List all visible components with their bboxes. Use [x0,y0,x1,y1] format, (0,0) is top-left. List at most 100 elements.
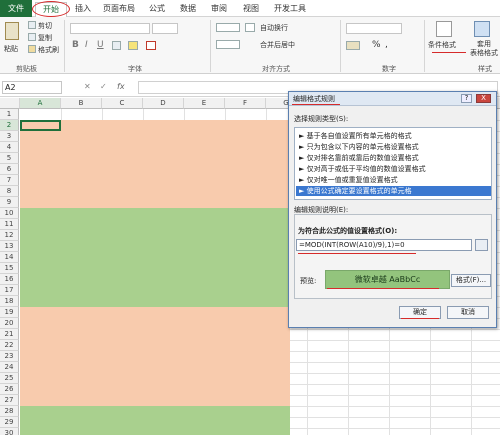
rule-type-item[interactable]: ► 仅对排名靠前或靠后的数值设置格式 [296,153,491,163]
format-as-table-button[interactable]: 套用 表格格式 [470,40,498,58]
paste-button[interactable]: 粘贴 [4,44,18,54]
grid-line [290,406,500,407]
row-header[interactable]: 27 [0,395,19,406]
italic-button[interactable]: I [85,40,88,50]
row-header[interactable]: 20 [0,318,19,329]
rule-type-item[interactable]: ► 基于各自值设置所有单元格的格式 [296,131,491,141]
row-header[interactable]: 1 [0,109,19,120]
merge-center-button[interactable]: 合并后居中 [260,40,295,50]
font-group-label: 字体 [128,65,142,73]
conditional-formatting-button[interactable]: 条件格式 [428,40,456,50]
row-header[interactable]: 13 [0,241,19,252]
tab-page-layout[interactable]: 页面布局 [100,2,138,16]
format-painter-button[interactable]: 格式刷 [38,45,59,55]
row-header[interactable]: 9 [0,197,19,208]
tab-formulas[interactable]: 公式 [146,2,168,16]
copy-button[interactable]: 复制 [38,33,52,43]
row-header[interactable]: 16 [0,274,19,285]
close-button[interactable]: X [476,94,491,103]
row-header[interactable]: 10 [0,208,19,219]
row-header[interactable]: 28 [0,406,19,417]
comma-button[interactable]: , [385,40,388,50]
row-header[interactable]: 18 [0,296,19,307]
insert-function-button[interactable]: fx [117,82,125,91]
borders-icon[interactable] [112,41,121,50]
left-align-icon[interactable] [216,40,240,49]
number-format-select[interactable] [346,23,402,34]
annotation-circle-home [32,1,70,17]
enter-icon[interactable]: ✓ [100,82,107,91]
annotation-underline-ok [401,318,439,319]
row-header[interactable]: 15 [0,263,19,274]
row-header[interactable]: 26 [0,384,19,395]
grid-line [290,351,500,352]
percent-button[interactable]: % [372,40,381,50]
font-name-select[interactable] [70,23,150,34]
row-header[interactable]: 12 [0,230,19,241]
tab-data[interactable]: 数据 [177,2,199,16]
ribbon-separator [424,20,425,72]
row-header[interactable]: 30 [0,428,19,435]
row-header[interactable]: 8 [0,186,19,197]
orientation-icon[interactable] [245,23,255,32]
format-preview: 微软卓越 AaBbCc [325,270,450,289]
formatted-band [20,208,290,307]
select-all-corner[interactable] [0,98,20,109]
tab-view[interactable]: 视图 [240,2,262,16]
format-button[interactable]: 格式(F)... [451,274,491,287]
row-header[interactable]: 17 [0,285,19,296]
font-color-icon[interactable] [146,41,156,50]
rule-type-item[interactable]: ► 仅对唯一值或重复值设置格式 [296,175,491,185]
grid-line [290,362,500,363]
excel-window: 文件 开始 插入 页面布局 公式 数据 审阅 视图 开发工具 粘贴 剪切 复制 … [0,0,500,435]
styles-group-label: 样式 [478,65,492,73]
rule-type-list: ► 基于各自值设置所有单元格的格式 ► 只为包含以下内容的单元格设置格式 ► 仅… [294,127,492,200]
cut-button[interactable]: 剪切 [38,21,52,31]
currency-icon[interactable] [346,41,360,50]
fill-color-icon[interactable] [128,41,138,50]
rule-type-item[interactable]: ► 只为包含以下内容的单元格设置格式 [296,142,491,152]
top-align-icon[interactable] [216,23,240,32]
rule-type-item-selected[interactable]: ► 使用公式确定要设置格式的单元格 [296,186,491,196]
font-size-select[interactable] [152,23,178,34]
row-header[interactable]: 24 [0,362,19,373]
row-header[interactable]: 5 [0,153,19,164]
tab-file[interactable]: 文件 [0,0,32,17]
name-box[interactable]: A2 [2,81,62,94]
column-header[interactable]: A [20,98,61,109]
column-header[interactable]: E [184,98,225,109]
active-cell[interactable] [20,120,61,131]
ribbon: 粘贴 剪切 复制 格式刷 剪贴板 B I U 字体 自动换行 合并后居中 对齐方… [0,17,500,74]
row-header[interactable]: 19 [0,307,19,318]
help-button[interactable]: ? [461,94,472,103]
row-header[interactable]: 2 [0,120,19,131]
tab-review[interactable]: 审阅 [208,2,230,16]
grid-line [290,340,500,341]
bold-button[interactable]: B [72,40,79,50]
column-header[interactable]: C [102,98,143,109]
row-header[interactable]: 25 [0,373,19,384]
row-header[interactable]: 11 [0,219,19,230]
row-header[interactable]: 7 [0,175,19,186]
tab-developer[interactable]: 开发工具 [271,2,309,16]
grid-line [290,329,500,330]
cancel-button[interactable]: 取消 [447,306,489,319]
row-header[interactable]: 4 [0,142,19,153]
formula-input[interactable]: =MOD(INT(ROW(A10)/9),1)=0 [296,239,472,251]
underline-button[interactable]: U [97,40,104,50]
row-header[interactable]: 3 [0,131,19,142]
row-header[interactable]: 14 [0,252,19,263]
row-header[interactable]: 22 [0,340,19,351]
column-header[interactable]: D [143,98,184,109]
row-header[interactable]: 6 [0,164,19,175]
row-header[interactable]: 21 [0,329,19,340]
collapse-dialog-icon[interactable] [475,239,488,251]
tab-insert[interactable]: 插入 [72,2,94,16]
row-header[interactable]: 29 [0,417,19,428]
column-header[interactable]: B [61,98,102,109]
rule-type-item[interactable]: ► 仅对高于或低于平均值的数值设置格式 [296,164,491,174]
cancel-icon[interactable]: ✕ [84,82,91,91]
row-header[interactable]: 23 [0,351,19,362]
column-header[interactable]: F [225,98,266,109]
wrap-text-button[interactable]: 自动换行 [260,23,288,33]
